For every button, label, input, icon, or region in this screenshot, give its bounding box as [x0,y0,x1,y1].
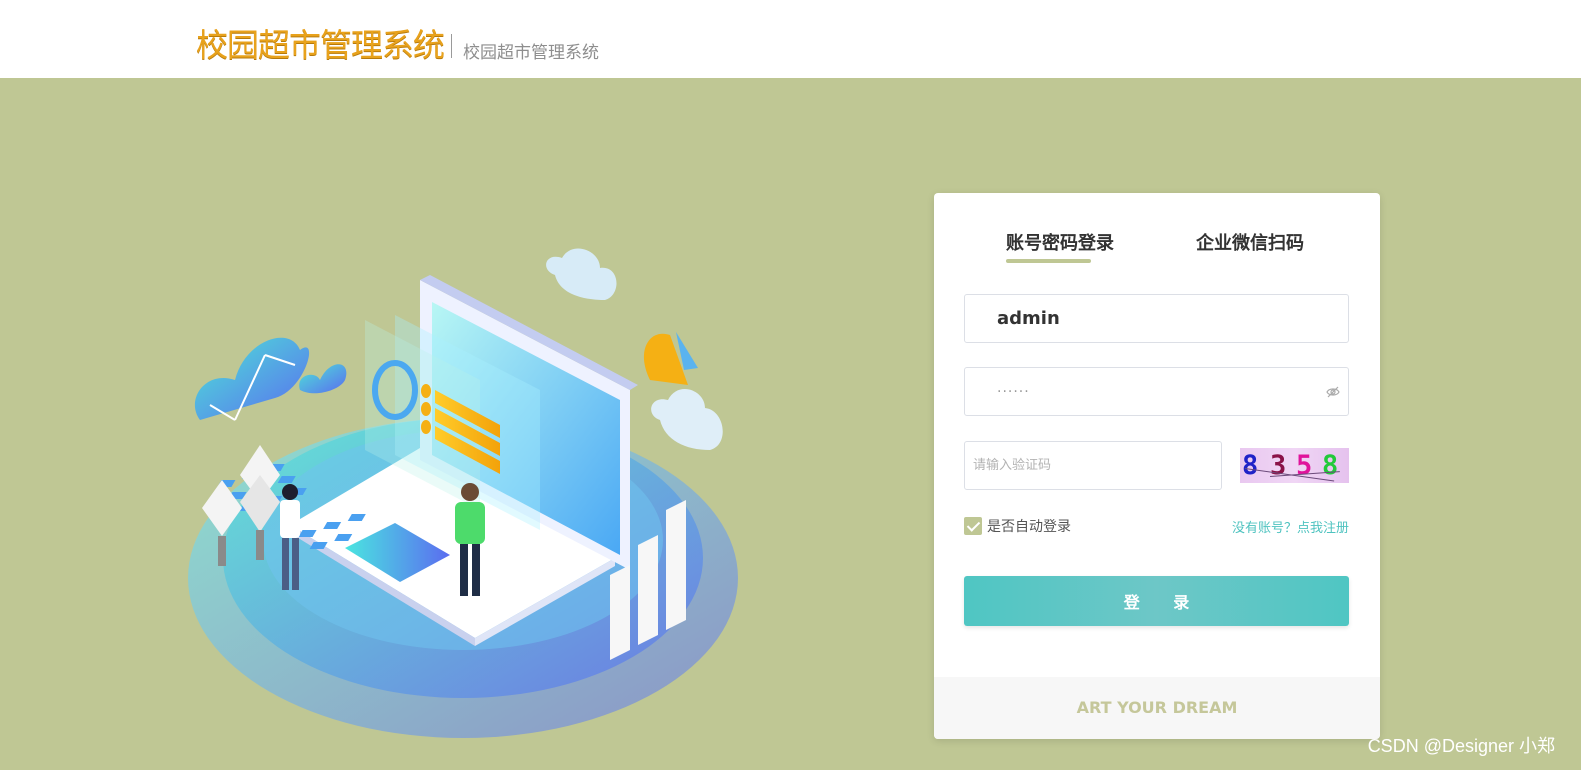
captcha-char-1: 8 [1242,450,1259,481]
tab-wechat-scan[interactable]: 企业微信扫码 [1196,229,1304,255]
password-field-wrapper [964,367,1349,416]
brand-divider [451,34,452,58]
checkbox-checked-icon[interactable] [964,517,982,535]
password-input[interactable] [965,368,1348,415]
watermark: CSDN @Designer 小郑 [1367,736,1555,756]
document-bullets [421,384,431,434]
login-button[interactable]: 登 录 [964,576,1349,626]
username-input[interactable] [965,295,1348,342]
captcha-char-4: 8 [1322,450,1339,481]
login-card: 账号密码登录 企业微信扫码 8 3 5 8 是否自动登录 没有账号？点我注册 登… [934,193,1380,739]
captcha-input[interactable] [965,442,1221,489]
register-link[interactable]: 没有账号？点我注册 [1232,517,1349,536]
brand-subtitle: 校园超市管理系统 [463,43,599,63]
captcha-image[interactable]: 8 3 5 8 [1240,448,1349,483]
cloud-top-right [546,248,617,300]
captcha-field-wrapper [964,441,1222,490]
username-field-wrapper [964,294,1349,343]
auto-login-checkbox[interactable]: 是否自动登录 [964,516,1071,536]
hero-illustration [188,248,738,738]
brand-logo-title: 校园超市管理系统 [196,26,445,64]
cloud-right [651,388,723,450]
card-footer-slogan: ART YOUR DREAM [934,677,1380,739]
top-header: 校园超市管理系统 校园超市管理系统 [0,0,1581,78]
tab-account-login[interactable]: 账号密码登录 [1006,229,1114,255]
small-cloud [299,364,347,394]
active-tab-indicator [1006,259,1091,263]
eye-off-icon[interactable] [1326,385,1340,399]
auto-login-label: 是否自动登录 [987,519,1071,535]
cloud-network [194,337,310,420]
